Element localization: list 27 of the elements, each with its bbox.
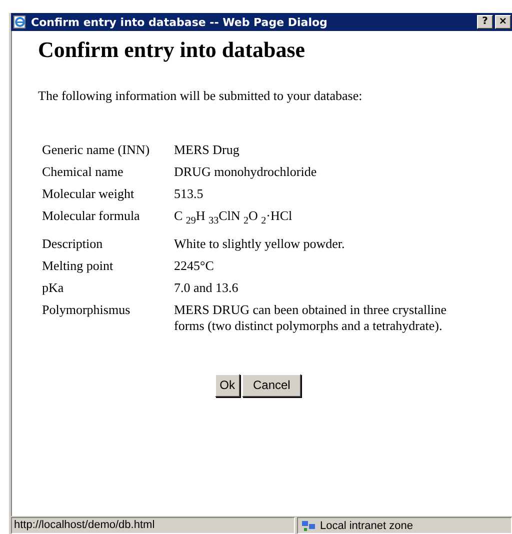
field-label: Description [42,236,104,252]
field-label: Polymorphismus [42,302,132,319]
field-value: MERS DRUG can been obtained in three crystalline forms (two distinct polymorphs and a tetrahydrate). [174,302,448,334]
field-value: C $_{29}$H $_{33}$ClN $_{2}$O $_{2}$·HCl [174,208,294,229]
field-value: DRUG monohydrochloride [174,164,318,180]
field-label: Molecular formula [42,208,141,225]
ok-button[interactable]: Ok [214,374,240,397]
window-title: Confirm entry into database -- Web Page Dialog [31,16,328,28]
page-icon [13,15,27,29]
page-heading: Confirm entry into database [38,36,306,64]
field-label: Generic name (INN) [42,142,151,158]
field-value: White to slightly yellow powder. [174,236,346,252]
help-button[interactable]: ? [477,15,493,29]
field-value: MERS Drug [174,142,240,158]
zone-label: Local intranet zone [320,520,413,532]
field-label: pKa [42,280,65,296]
status-url: http://localhost/demo/db.html [11,517,295,534]
intro-text: The following information will be submitted to your database: [38,88,364,104]
field-value: 2245°C [174,258,215,274]
cancel-button[interactable]: Cancel [242,374,302,397]
field-value: 513.5 [174,186,204,202]
field-label: Chemical name [42,164,124,180]
field-label: Molecular weight [42,186,136,202]
field-value: 7.0 and 13.6 [174,280,240,296]
network-icon [302,520,316,532]
field-label: Melting point [42,258,114,274]
close-button[interactable]: × [495,15,511,29]
